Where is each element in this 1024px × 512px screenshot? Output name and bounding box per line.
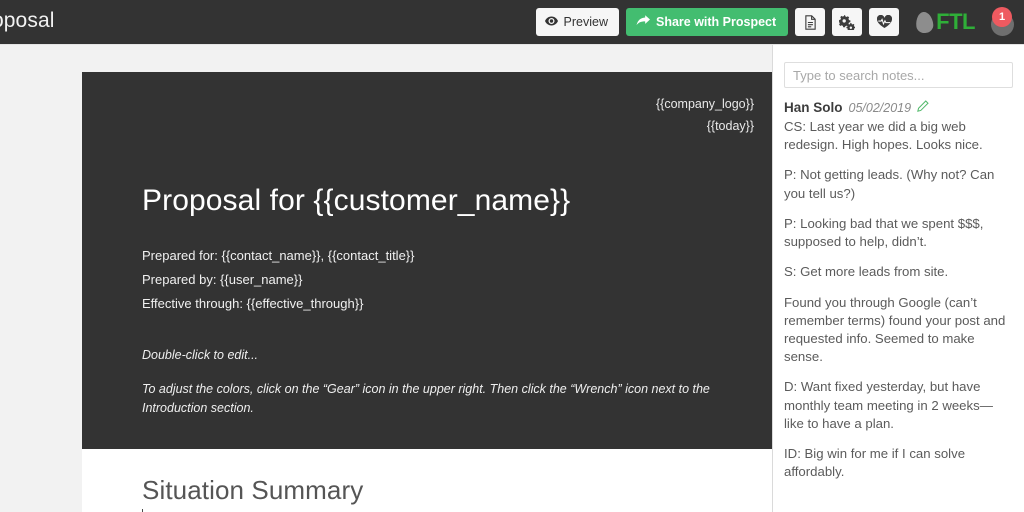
note-paragraph: P: Not getting leads. (Why not? Can you … (784, 167, 995, 201)
share-with-prospect-button[interactable]: Share with Prospect (625, 8, 789, 36)
panel-divider (772, 44, 773, 512)
note-paragraph: P: Looking bad that we spent $$$, suppos… (784, 215, 984, 250)
share-button-label: Share with Prospect (655, 15, 777, 29)
workspace: {{company_logo}} {{today}} Proposal for … (0, 44, 1024, 512)
pencil-icon[interactable] (917, 100, 929, 112)
brand-text: FTL (936, 9, 975, 34)
today-token: {{today}} (706, 118, 754, 133)
hero-note-lead: Double-click to edit... (142, 348, 259, 363)
toolbar-actions: Preview Share with Prospect FTL 1 (535, 0, 1018, 44)
note-author: Han Solo (784, 100, 843, 115)
document-icon (804, 14, 817, 30)
notes-panel: Han Solo 05/02/2019 CS: Last year we did… (773, 44, 1024, 512)
editor-caret-line (142, 508, 732, 512)
section-title-situation-summary: Situation Summary (142, 474, 364, 505)
document-hero[interactable]: {{company_logo}} {{today}} Proposal for … (82, 72, 772, 449)
app-root: oposal Preview Share with Prospect (0, 0, 1024, 512)
note-paragraph: CS: Last year we did a big web redesign.… (784, 119, 983, 153)
hero-note-body: To adjust the colors, click on the “Gear… (142, 381, 710, 416)
hero-field-prepared-by: Prepared by: {{user_name}} (142, 272, 303, 288)
health-button[interactable] (869, 8, 900, 36)
document-sheet: {{company_logo}} {{today}} Proposal for … (82, 72, 772, 512)
user-menu[interactable]: 1 (990, 7, 1016, 36)
preview-button[interactable]: Preview (535, 8, 619, 36)
brand-logo: FTL (915, 9, 975, 35)
preview-button-label: Preview (563, 15, 608, 29)
page-title: oposal (0, 9, 55, 32)
document-canvas[interactable]: {{company_logo}} {{today}} Proposal for … (0, 44, 772, 512)
text-cursor (142, 508, 143, 512)
hero-meta: {{company_logo}} {{today}} (142, 94, 754, 136)
top-toolbar: oposal Preview Share with Prospect (0, 0, 1024, 44)
note-paragraph: S: Get more leads from site. (784, 264, 949, 280)
heartbeat-icon (876, 15, 892, 29)
eye-icon (544, 15, 558, 29)
hero-field-prepared-for: Prepared for: {{contact_name}}, {{contac… (142, 248, 415, 264)
notes-search-input[interactable] (784, 62, 1013, 88)
hero-instructions: Double-click to edit... To adjust the co… (142, 346, 754, 418)
proposal-title: Proposal for {{customer_name}} (142, 184, 571, 218)
note-date: 05/02/2019 (848, 101, 912, 115)
company-logo-token: {{company_logo}} (655, 97, 754, 111)
document-button[interactable] (795, 8, 826, 36)
hero-field-effective-through: Effective through: {{effective_through}} (142, 296, 364, 312)
note-paragraph: Found you through Google (can’t remember… (784, 294, 1006, 365)
note-body: CS: Last year we did a big web redesign.… (784, 118, 1008, 482)
share-arrow-icon (636, 15, 650, 29)
hero-fields: Prepared for: {{contact_name}}, {{contac… (142, 244, 754, 316)
settings-button[interactable] (832, 8, 863, 36)
notification-badge: 1 (992, 7, 1012, 27)
droplet-logo-icon (915, 10, 935, 34)
toolbar-divider (0, 44, 1024, 45)
note-header: Han Solo 05/02/2019 (784, 100, 1008, 115)
document-body[interactable]: Situation Summary {{customer_name}} has … (82, 448, 772, 512)
gears-icon (839, 14, 856, 30)
note-paragraph: D: Want fixed yesterday, but have monthl… (784, 379, 993, 431)
note-paragraph: ID: Big win for me if I can solve afford… (784, 446, 966, 480)
